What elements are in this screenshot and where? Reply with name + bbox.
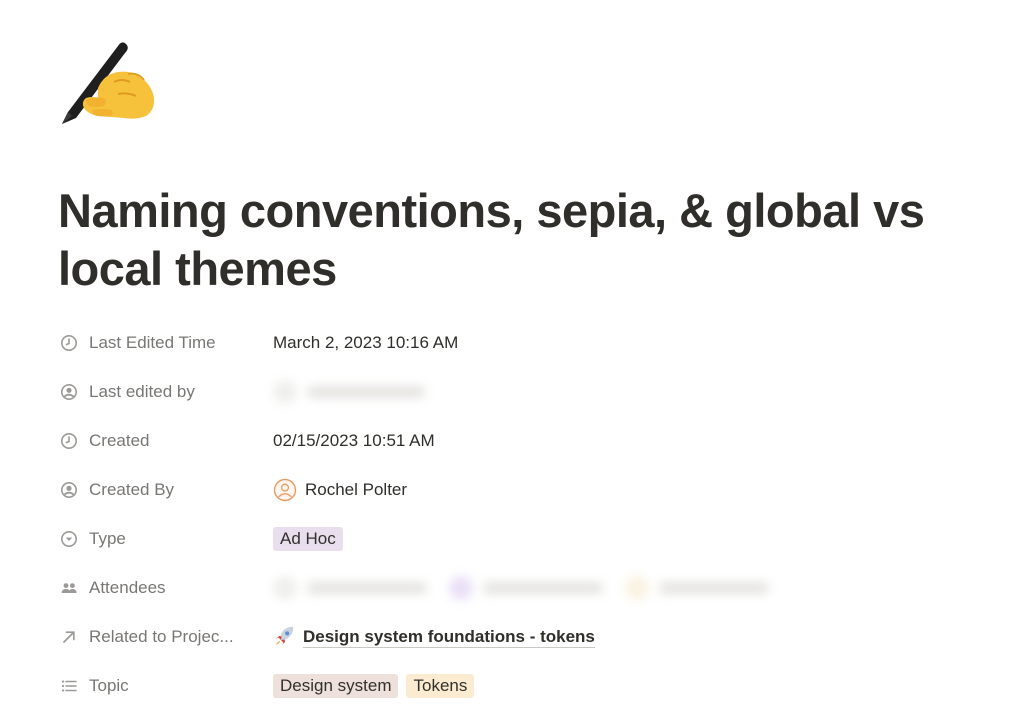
property-label-text: Last edited by (89, 382, 195, 401)
page: Naming conventions, sepia, & global vs l… (58, 0, 958, 710)
page-title[interactable]: Naming conventions, sepia, & global vs l… (58, 182, 938, 298)
avatar (273, 576, 297, 600)
property-label-text: Type (89, 529, 126, 548)
property-value[interactable]: March 2, 2023 10:16 AM (273, 330, 458, 356)
property-label-text: Created (89, 431, 150, 450)
properties-list: Last Edited Time March 2, 2023 10:16 AM … (58, 318, 938, 710)
clock-icon (60, 432, 78, 450)
property-last-edited-time: Last Edited Time March 2, 2023 10:16 AM (58, 318, 938, 367)
property-label-text: Topic (89, 676, 129, 695)
property-type: Type Ad Hoc (58, 514, 938, 563)
person-circle-icon (60, 481, 78, 499)
property-value[interactable]: Rochel Polter (273, 477, 407, 503)
property-label[interactable]: Attendees (60, 575, 260, 601)
property-value-redacted[interactable] (273, 379, 425, 405)
created-by-name: Rochel Polter (305, 480, 408, 499)
property-label[interactable]: Created By (60, 477, 260, 503)
type-tag[interactable]: Ad Hoc (273, 527, 343, 551)
avatar[interactable] (273, 478, 297, 502)
avatar (625, 576, 649, 600)
last-edited-time-value: March 2, 2023 10:16 AM (273, 333, 459, 352)
property-label[interactable]: Type (60, 526, 260, 552)
property-attendees: Attendees (58, 563, 938, 612)
avatar (449, 576, 473, 600)
redacted-text (307, 386, 425, 398)
redacted-text (483, 582, 603, 594)
property-label-text: Last Edited Time (89, 333, 216, 352)
property-created-by: Created By Rochel Polter (58, 465, 938, 514)
redacted-person (273, 380, 425, 404)
redacted-text (659, 582, 769, 594)
property-created: Created 02/15/2023 10:51 AM (58, 416, 938, 465)
rocket-icon (273, 626, 295, 648)
list-icon (60, 677, 78, 695)
property-value[interactable]: Design system Tokens (273, 673, 482, 699)
property-label[interactable]: Related to Projec... (60, 624, 260, 650)
property-label-text: Created By (89, 480, 175, 499)
person-circle-icon (60, 383, 78, 401)
property-value[interactable]: Ad Hoc (273, 526, 351, 552)
avatar (273, 380, 297, 404)
property-related-project: Related to Projec... Design system found… (58, 612, 938, 661)
redacted-text (307, 582, 427, 594)
chevron-circle-icon (60, 530, 78, 548)
property-label[interactable]: Last Edited Time (60, 330, 260, 356)
arrow-up-right-icon (60, 628, 78, 646)
clock-icon (60, 334, 78, 352)
property-value[interactable]: 02/15/2023 10:51 AM (273, 428, 435, 454)
property-label-text: Related to Projec... (89, 627, 234, 646)
property-label[interactable]: Created (60, 428, 260, 454)
property-last-edited-by: Last edited by (58, 367, 938, 416)
property-value-redacted[interactable] (273, 575, 769, 601)
property-topic: Topic Design system Tokens (58, 661, 938, 710)
created-value: 02/15/2023 10:51 AM (273, 431, 435, 450)
topic-tag-design-system[interactable]: Design system (273, 674, 399, 698)
topic-tag-tokens[interactable]: Tokens (406, 674, 475, 698)
writing-hand-icon[interactable] (58, 38, 158, 130)
redacted-attendees (273, 576, 769, 600)
property-label-text: Attendees (89, 578, 166, 597)
property-label[interactable]: Topic (60, 673, 260, 699)
people-icon (60, 579, 78, 597)
property-label[interactable]: Last edited by (60, 379, 260, 405)
property-value[interactable]: Design system foundations - tokens (273, 624, 595, 650)
related-project-link[interactable]: Design system foundations - tokens (303, 627, 595, 648)
